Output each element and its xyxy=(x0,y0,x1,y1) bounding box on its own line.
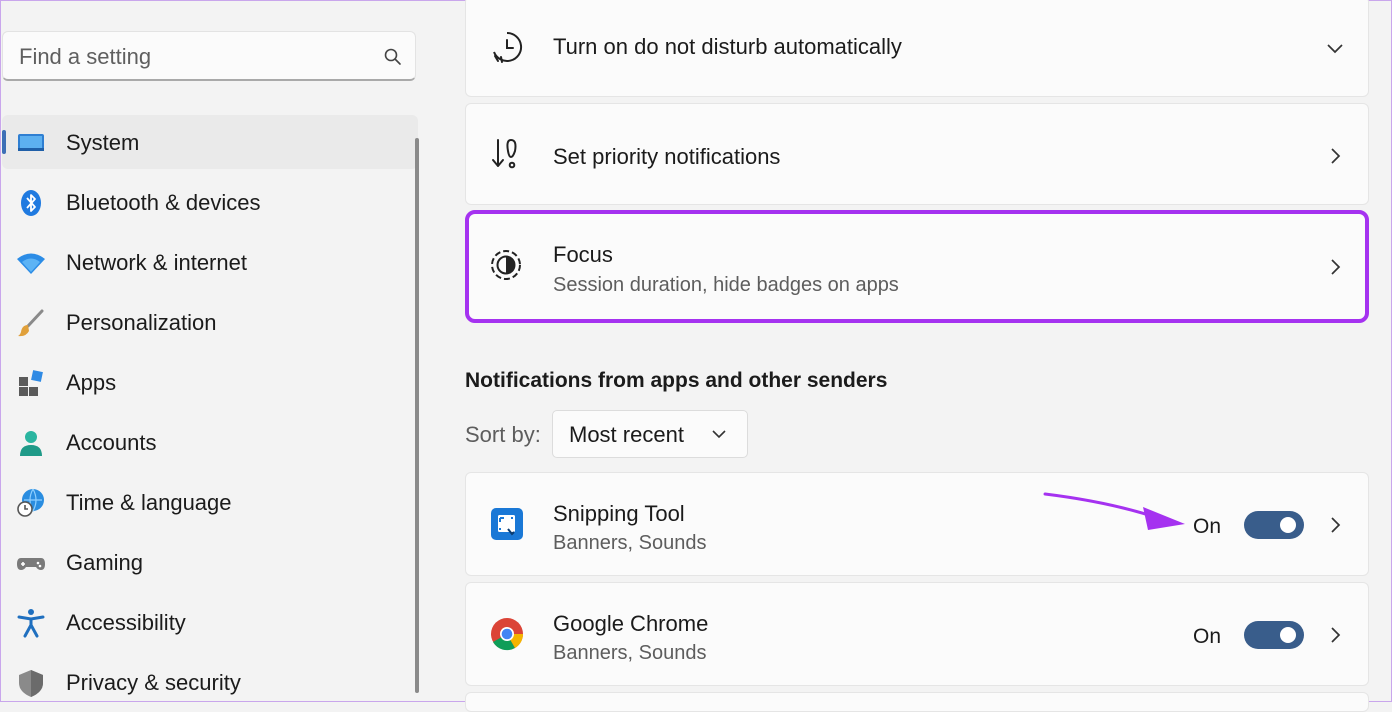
brush-icon xyxy=(18,309,44,337)
snipping-tool-icon xyxy=(491,508,523,540)
sidebar-item-label: Personalization xyxy=(66,310,217,335)
priority-notifications-card[interactable]: Set priority notifications xyxy=(465,103,1369,205)
accessibility-icon xyxy=(17,609,45,638)
sidebar-item-label: Apps xyxy=(66,370,117,395)
shield-icon xyxy=(19,670,43,697)
gamepad-icon xyxy=(17,558,45,570)
app-card-snipping-tool[interactable]: Snipping Tool Banners, Sounds On xyxy=(465,472,1369,576)
sidebar-item-gaming[interactable]: Gaming xyxy=(2,535,418,589)
toggle-state-label: On xyxy=(1193,515,1222,538)
sidebar-item-accounts[interactable]: Accounts xyxy=(2,415,418,469)
bluetooth-icon xyxy=(21,190,41,216)
toggle-knob xyxy=(1280,517,1296,533)
sort-dropdown[interactable]: Most recent xyxy=(552,410,748,458)
snipping-tool-toggle[interactable] xyxy=(1244,511,1304,539)
sidebar-item-label: Accounts xyxy=(66,430,157,455)
active-indicator xyxy=(2,130,6,154)
focus-icon xyxy=(491,250,521,280)
focus-card[interactable]: Focus Session duration, hide badges on a… xyxy=(465,210,1369,323)
app-card-partial[interactable] xyxy=(465,692,1369,712)
app-detail: Banners, Sounds xyxy=(553,532,707,554)
chevron-right-icon[interactable] xyxy=(1326,626,1344,644)
sidebar-item-network[interactable]: Network & internet xyxy=(2,235,418,289)
clock-icon xyxy=(493,31,523,63)
sidebar-item-privacy-security[interactable]: Privacy & security xyxy=(2,655,418,709)
app-detail: Banners, Sounds xyxy=(553,642,707,664)
chrome-icon xyxy=(491,618,524,651)
sidebar-item-label: Time & language xyxy=(66,490,232,515)
sidebar-item-accessibility[interactable]: Accessibility xyxy=(2,595,418,649)
chevron-down-icon xyxy=(712,430,726,439)
sidebar-item-time-language[interactable]: Time & language xyxy=(2,475,418,529)
sidebar-item-system[interactable]: System xyxy=(2,115,418,169)
sort-dropdown-value: Most recent xyxy=(569,422,684,447)
app-name: Google Chrome xyxy=(553,611,709,636)
dnd-card[interactable]: Turn on do not disturb automatically xyxy=(465,0,1369,97)
sidebar-item-personalization[interactable]: Personalization xyxy=(2,295,418,349)
sort-label: Sort by: xyxy=(465,422,541,447)
google-chrome-toggle[interactable] xyxy=(1244,621,1304,649)
toggle-state-label: On xyxy=(1193,625,1222,648)
sidebar-item-label: Network & internet xyxy=(66,250,247,275)
app-card-google-chrome[interactable]: Google Chrome Banners, Sounds On xyxy=(465,582,1369,686)
sidebar-scrollbar[interactable] xyxy=(415,138,419,693)
search-icon[interactable] xyxy=(383,47,403,67)
annotation-arrow xyxy=(1043,492,1185,530)
time-language-icon xyxy=(17,488,44,517)
priority-icon xyxy=(492,138,517,169)
sidebar-item-label: Accessibility xyxy=(66,610,186,635)
sidebar-item-bluetooth[interactable]: Bluetooth & devices xyxy=(2,175,418,229)
sidebar-item-label: Privacy & security xyxy=(66,670,241,695)
sidebar-item-label: Bluetooth & devices xyxy=(66,190,261,215)
dnd-title: Turn on do not disturb automatically xyxy=(553,34,902,59)
priority-title: Set priority notifications xyxy=(553,144,781,169)
focus-title: Focus xyxy=(553,242,613,267)
search-box[interactable] xyxy=(2,31,416,81)
search-input[interactable] xyxy=(17,40,361,74)
sidebar-item-label: Gaming xyxy=(66,550,144,575)
focus-subtitle: Session duration, hide badges on apps xyxy=(553,274,899,296)
sidebar-item-label: System xyxy=(66,130,140,155)
section-title: Notifications from apps and other sender… xyxy=(465,369,888,392)
sidebar-item-apps[interactable]: Apps xyxy=(2,355,418,409)
system-icon xyxy=(18,134,44,151)
chevron-right-icon[interactable] xyxy=(1326,516,1344,534)
chevron-right-icon[interactable] xyxy=(1326,147,1344,165)
wifi-icon xyxy=(17,253,45,274)
chevron-right-icon[interactable] xyxy=(1326,258,1344,276)
accounts-icon xyxy=(20,431,42,456)
toggle-knob xyxy=(1280,627,1296,643)
apps-icon xyxy=(19,370,43,396)
app-name: Snipping Tool xyxy=(553,501,685,526)
chevron-down-icon[interactable] xyxy=(1326,39,1344,57)
